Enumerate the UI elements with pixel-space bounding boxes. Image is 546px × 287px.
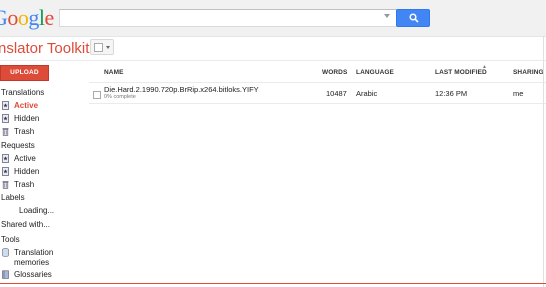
logo-letter: e [44,5,55,30]
sidebar-item-label: Active [14,101,39,110]
sidebar-item-label: Hidden [14,167,40,176]
sidebar-item-label: Trash [14,127,35,136]
logo-letter: G [0,6,8,30]
upload-button[interactable]: UPLOAD [0,65,49,81]
column-header-sharing[interactable]: SHARING [513,69,544,77]
shared-with-link[interactable]: Shared with... [1,220,50,230]
search-dropdown-arrow-icon[interactable] [384,14,390,18]
column-header-words[interactable]: WORDS [322,69,347,77]
checkbox-icon [94,43,103,52]
document-star-icon [2,101,9,110]
magnifier-icon [409,13,419,23]
document-star-icon [2,167,9,176]
document-star-icon [2,154,9,163]
sidebar-header-labels[interactable]: Labels [1,193,25,203]
last-modified: 12:36 PM [435,89,468,98]
trash-icon [2,181,9,189]
database-icon [2,248,9,257]
divider [0,60,546,61]
sidebar-item-label: Active [14,154,36,163]
divider [0,283,546,284]
sidebar-header-translations[interactable]: Translations [1,88,44,98]
select-menu-button[interactable] [90,39,114,55]
logo-letter: g [28,5,39,30]
chevron-down-icon [106,46,110,49]
app-title: nslator Toolkit [0,40,90,57]
sharing: me [513,89,524,98]
trash-icon [2,128,9,136]
word-count: 10487 [326,89,347,98]
divider [89,103,546,104]
google-logo[interactable]: Google [0,6,54,30]
row-checkbox[interactable] [93,91,101,99]
table-row[interactable]: Die.Hard.2.1990.720p.BrRip.x264.bitloks.… [89,83,546,103]
document-name[interactable]: Die.Hard.2.1990.720p.BrRip.x264.bitloks.… [104,85,259,94]
search-input[interactable] [59,9,397,27]
top-bar: Google [0,0,546,37]
divider [543,36,544,287]
book-icon [2,270,9,279]
document-progress: 0% complete [104,94,136,100]
language: Arabic [356,89,378,98]
sidebar-item-label: memories [14,258,50,267]
sidebar-item-label: Glossaries [14,270,52,279]
logo-letter: o [17,5,29,30]
sidebar-header-requests[interactable]: Requests [1,141,35,151]
column-header-last-modified[interactable]: LAST MODIFIED [435,69,487,77]
sidebar-item-label: Trash [14,180,35,189]
sidebar-header-tools: Tools [1,235,20,244]
column-header-name[interactable]: NAME [104,69,124,77]
document-star-icon [2,114,9,123]
column-header-language[interactable]: LANGUAGE [356,69,394,77]
logo-letter: o [7,5,18,30]
labels-loading-text: Loading... [19,206,55,215]
search-button[interactable] [396,9,430,27]
sidebar-item-label: Hidden [14,114,40,123]
sort-indicator-icon: ▲ [482,64,487,70]
